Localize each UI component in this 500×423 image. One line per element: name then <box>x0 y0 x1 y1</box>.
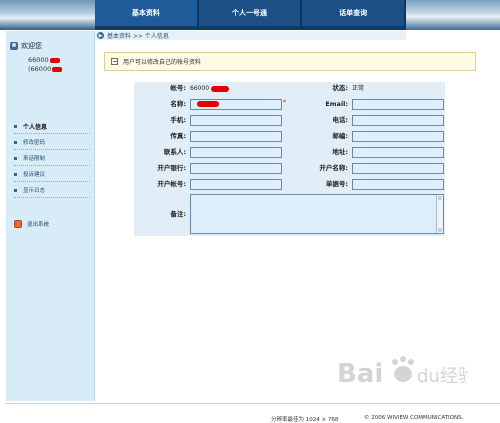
notice-box: 用户可以修改自己的帐号资料 <box>104 52 476 71</box>
zip-label: 邮编: <box>332 132 348 140</box>
form-row: 传真: 邮编: <box>134 130 445 143</box>
sidebar-menu: 个人信息 修改密码 来话限制 投诉建议 显示日志 <box>14 119 90 199</box>
arrow-right-icon: ▶ <box>97 32 104 39</box>
phone-label: 电话: <box>332 116 348 124</box>
sidebar-item-label: 个人信息 <box>23 123 48 131</box>
svg-text:du经验: du经验 <box>417 366 467 387</box>
edit-icon <box>111 58 118 65</box>
sidebar-item-label: 投诉建议 <box>23 172 46 178</box>
breadcrumb: ▶ 基本资料 >> 个人信息 <box>95 31 406 40</box>
fax-input[interactable] <box>190 131 282 142</box>
welcome: 欢迎您 <box>10 41 42 51</box>
right-banner-image <box>406 0 500 30</box>
bullet-icon <box>14 140 17 144</box>
status-label: 状态: <box>332 84 348 92</box>
welcome-label: 欢迎您 <box>21 42 42 50</box>
form-row: 名称: * Email: <box>134 98 445 111</box>
bank-account-input[interactable] <box>190 179 282 190</box>
sidebar-item-change-password[interactable]: 修改密码 <box>14 135 90 150</box>
mobile-input[interactable] <box>190 115 282 126</box>
bank-input[interactable] <box>190 163 282 174</box>
form-row: 帐号: 66000 状态: 正常 <box>134 82 445 95</box>
bullet-icon <box>14 188 17 192</box>
redacted-mark <box>211 85 230 92</box>
remark-textarea[interactable] <box>190 194 444 234</box>
redacted-mark <box>49 57 60 63</box>
zip-input[interactable] <box>352 131 444 142</box>
sidebar-item-label: 显示日志 <box>23 188 46 194</box>
svg-text:Bai: Bai <box>337 359 383 389</box>
address-input[interactable] <box>352 147 444 158</box>
bank-account-label: 开户帐号: <box>157 180 186 188</box>
redacted-mark <box>197 100 219 107</box>
user-icon <box>10 42 18 50</box>
status-value: 正常 <box>352 85 365 92</box>
breadcrumb-text: 基本资料 >> 个人信息 <box>107 33 169 40</box>
email-input[interactable] <box>352 99 444 110</box>
account-name-input[interactable] <box>352 163 444 174</box>
name-label: 名称: <box>170 100 186 108</box>
bullet-icon <box>14 172 17 176</box>
sidebar-item-logs[interactable]: 显示日志 <box>14 183 90 198</box>
sidebar-item-label: 来话限制 <box>23 156 46 162</box>
footer-divider <box>6 403 500 404</box>
email-label: Email: <box>325 100 348 108</box>
account-value: 66000 <box>190 83 230 94</box>
baidu-watermark: Bai du经验 <box>337 350 476 395</box>
sidebar-item-call-restriction[interactable]: 来话限制 <box>14 151 90 166</box>
mobile-label: 手机: <box>170 116 186 124</box>
sidebar-item-label: 修改密码 <box>23 140 46 146</box>
left-banner-image <box>0 0 95 30</box>
logout-label: 退出系统 <box>27 222 50 228</box>
remark-label: 备注: <box>170 210 186 218</box>
name-input[interactable] <box>190 99 282 110</box>
textarea-scrollbar[interactable] <box>436 195 443 233</box>
footer-copyright: © 2006 WIVIEW COMMUNICATIONS. <box>364 415 464 421</box>
form-row: 手机: 电话: <box>134 114 445 127</box>
account-line-2: (66000 <box>28 65 63 73</box>
sidebar-item-feedback[interactable]: 投诉建议 <box>14 167 90 182</box>
notice-text: 用户可以修改自己的帐号资料 <box>123 59 202 66</box>
account-value-text: 66000 <box>190 85 210 92</box>
redacted-mark <box>52 66 63 72</box>
phone-input[interactable] <box>352 115 444 126</box>
logout-link[interactable]: 退出系统 <box>14 220 49 228</box>
account-line-1: 66000 <box>28 56 60 64</box>
form-row: 开户银行: 开户名称: <box>134 162 445 175</box>
form-row: 联系人: 地址: <box>134 146 445 159</box>
sidebar-item-personal-info[interactable]: 个人信息 <box>14 119 90 134</box>
logout-icon <box>14 220 22 228</box>
tab-strip <box>95 26 406 30</box>
receipt-input[interactable] <box>352 179 444 190</box>
address-label: 地址: <box>332 148 348 156</box>
account-number: 66000 <box>28 56 49 64</box>
profile-form: 帐号: 66000 状态: 正常 名称: * Email: 手机: 电话: 传真… <box>134 82 445 236</box>
bullet-icon <box>14 156 17 160</box>
bank-label: 开户银行: <box>157 164 186 172</box>
baidu-paw-logo: Bai du经验 <box>337 356 476 389</box>
bullet-icon <box>14 124 17 128</box>
contact-label: 联系人: <box>163 148 186 156</box>
form-row: 开户帐号: 单据号: <box>134 178 445 191</box>
sidebar: 欢迎您 66000 (66000 个人信息 修改密码 来话限制 投诉建议 显示日… <box>6 31 95 401</box>
receipt-label: 单据号: <box>325 180 348 188</box>
account-label: 帐号: <box>170 84 186 92</box>
footer-resolution: 分辨率最佳为 1024 × 768 <box>271 417 339 423</box>
fax-label: 传真: <box>170 132 186 140</box>
account-name-label: 开户名称: <box>319 164 348 172</box>
account-number: (66000 <box>28 65 52 73</box>
contact-input[interactable] <box>190 147 282 158</box>
